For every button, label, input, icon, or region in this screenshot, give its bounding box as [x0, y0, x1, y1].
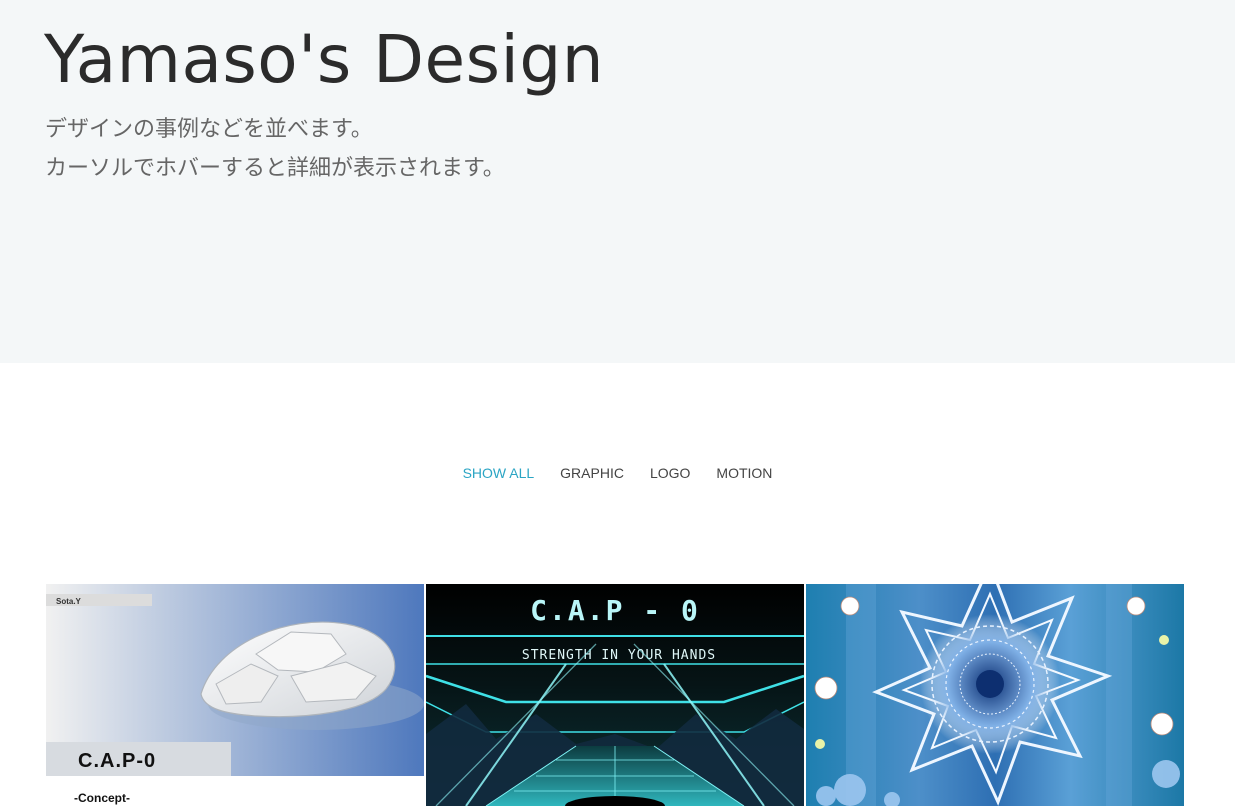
cap0-concept-title: C.A.P-0 [78, 750, 156, 772]
portfolio-grid: Sota.Y C.A.P-0 -Concept- C.A.P - 0 STREN… [46, 584, 1186, 806]
cap0-strength-thumbnail: C.A.P - 0 STRENGTH IN YOUR HANDS [426, 584, 804, 806]
site-title: Yamaso's Design [44, 21, 605, 98]
portfolio-item-mandala[interactable] [806, 584, 1184, 806]
hero-description-line-2: カーソルでホバーすると詳細が表示されます。 [45, 156, 505, 181]
cap0-strength-title: C.A.P - 0 [530, 594, 700, 627]
filter-logo[interactable]: LOGO [650, 462, 690, 484]
cap0-concept-subtitle: -Concept- [74, 791, 130, 805]
cap0-author-label: Sota.Y [56, 597, 82, 606]
portfolio-filter-nav: SHOW ALL GRAPHIC LOGO MOTION [0, 462, 1235, 484]
filter-graphic[interactable]: GRAPHIC [560, 462, 624, 484]
portfolio-item-cap0-strength[interactable]: C.A.P - 0 STRENGTH IN YOUR HANDS [426, 584, 804, 806]
portfolio-item-cap0-concept[interactable]: Sota.Y C.A.P-0 -Concept- [46, 584, 424, 806]
hero-description-line-1: デザインの事例などを並べます。 [45, 117, 373, 142]
cap0-concept-thumbnail: Sota.Y C.A.P-0 -Concept- [46, 584, 424, 806]
cap0-strength-tagline: STRENGTH IN YOUR HANDS [522, 648, 716, 663]
mandala-thumbnail [806, 584, 1184, 806]
filter-show-all[interactable]: SHOW ALL [463, 462, 535, 484]
filter-motion[interactable]: MOTION [716, 462, 772, 484]
hero-section: Yamaso's Design デザインの事例などを並べます。 カーソルでホバー… [0, 0, 1235, 363]
